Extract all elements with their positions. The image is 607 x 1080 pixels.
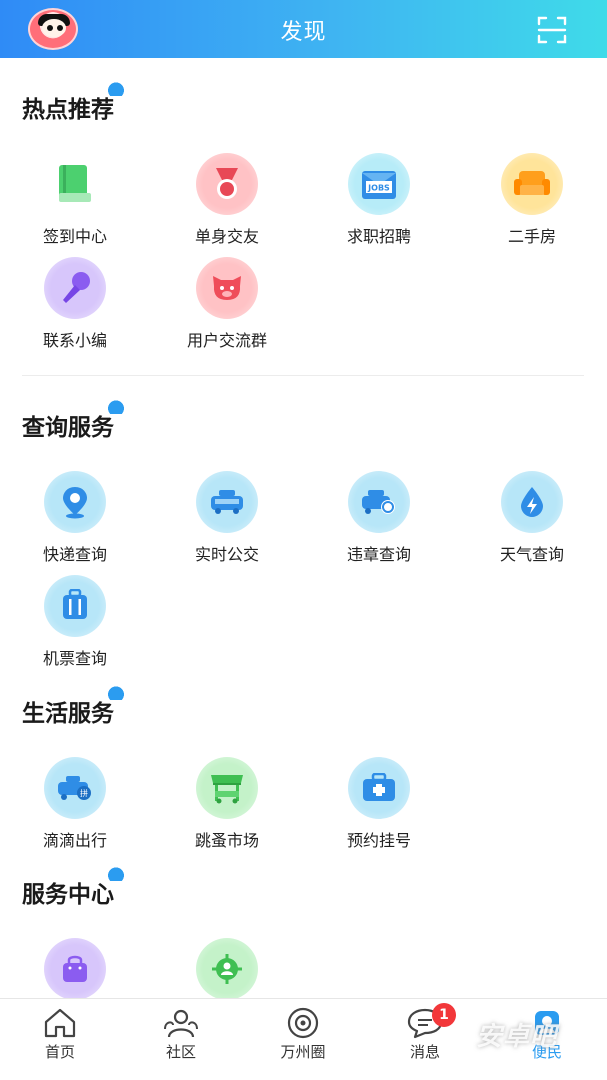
tab-messages[interactable]: 1 消息 (380, 1003, 470, 1062)
grid-item-label: 机票查询 (42, 649, 107, 668)
grid-item-dating[interactable]: 单身交友 (172, 153, 282, 247)
section-divider (22, 375, 584, 376)
section-title-text: 生活服务 (22, 701, 114, 727)
grid-item-contact-editor[interactable]: 联系小编 (20, 257, 130, 351)
unread-badge: 1 (432, 1003, 456, 1027)
section-dot-icon (106, 867, 126, 881)
grid-item-label: 二手房 (507, 227, 556, 246)
medical-case-icon (348, 757, 410, 819)
svg-text:JOBS: JOBS (367, 184, 390, 193)
grid-item-checkin[interactable]: 签到中心 (20, 153, 130, 247)
microphone-icon (44, 257, 106, 319)
section-dot-icon (106, 82, 126, 96)
tab-label: 社区 (165, 1043, 196, 1061)
tab-label: 万州圈 (280, 1043, 326, 1061)
grid-item-bus[interactable]: 实时公交 (172, 471, 282, 565)
bus-icon (196, 471, 258, 533)
shopping-bag-icon (44, 938, 106, 1000)
community-icon (164, 1009, 198, 1038)
section-title-life: 生活服务 (22, 686, 126, 728)
medal-icon (196, 153, 258, 215)
tab-label: 消息 (409, 1043, 440, 1061)
book-icon (44, 153, 106, 215)
grid-item-label: 滴滴出行 (42, 831, 107, 850)
tab-label: 首页 (44, 1043, 75, 1061)
grid-item-label: 跳蚤市场 (194, 831, 259, 850)
section-title-hot: 热点推荐 (22, 82, 126, 124)
page-title: 发现 (280, 20, 327, 45)
bolt-drop-icon (501, 471, 563, 533)
section-title-text: 查询服务 (22, 415, 114, 441)
grid-item-label: 天气查询 (499, 545, 564, 564)
grid-item-flea-market[interactable]: 跳蚤市场 (172, 757, 282, 851)
home-icon (44, 1008, 76, 1038)
grid-item-violation[interactable]: 违章查询 (324, 471, 434, 565)
grid-item-label: 违章查询 (346, 545, 411, 564)
tab-community[interactable]: 社区 (136, 1007, 226, 1062)
grid-item-label: 联系小编 (42, 331, 107, 350)
svg-text:拼: 拼 (80, 788, 88, 798)
location-pin-icon (44, 471, 106, 533)
market-stall-icon (196, 757, 258, 819)
grid-item-label: 快递查询 (42, 545, 107, 564)
watermark-logo: 安卓吧 (476, 1022, 558, 1052)
pig-icon (196, 257, 258, 319)
grid-item-label: 预约挂号 (346, 831, 411, 850)
top-bar: 发现 (0, 0, 607, 58)
grid-item-express[interactable]: 快递查询 (20, 471, 130, 565)
grid-item-shop[interactable] (20, 938, 130, 1000)
grid-item-flight[interactable]: 机票查询 (20, 575, 130, 669)
taxi-icon: 拼 (44, 757, 106, 819)
grid-item-weather[interactable]: 天气查询 (477, 471, 587, 565)
grid-item-didi[interactable]: 拼 滴滴出行 (20, 757, 130, 851)
grid-item-label: 用户交流群 (186, 331, 267, 350)
jobs-icon: JOBS (348, 153, 410, 215)
car-search-icon (348, 471, 410, 533)
grid-item-label: 单身交友 (194, 227, 259, 246)
grid-item-label: 求职招聘 (346, 227, 411, 246)
grid-item-jobs[interactable]: JOBS 求职招聘 (324, 153, 434, 247)
luggage-icon (44, 575, 106, 637)
scan-icon[interactable] (536, 14, 568, 46)
circle-icon (287, 1007, 319, 1039)
grid-item-label: 实时公交 (194, 545, 259, 564)
sofa-icon (501, 153, 563, 215)
section-title-center: 服务中心 (22, 867, 126, 909)
section-title-text: 热点推荐 (22, 97, 114, 123)
grid-item-service[interactable] (172, 938, 282, 1000)
section-title-text: 服务中心 (22, 882, 114, 908)
tab-wanzhou-circle[interactable]: 万州圈 (258, 1007, 348, 1062)
target-user-icon (196, 938, 258, 1000)
section-dot-icon (106, 400, 126, 414)
grid-item-user-group[interactable]: 用户交流群 (172, 257, 282, 351)
grid-item-second-house[interactable]: 二手房 (477, 153, 587, 247)
grid-item-label: 签到中心 (42, 227, 107, 246)
section-dot-icon (106, 686, 126, 700)
tab-home[interactable]: 首页 (15, 1007, 105, 1062)
section-title-query: 查询服务 (22, 400, 126, 442)
grid-item-appointment[interactable]: 预约挂号 (324, 757, 434, 851)
